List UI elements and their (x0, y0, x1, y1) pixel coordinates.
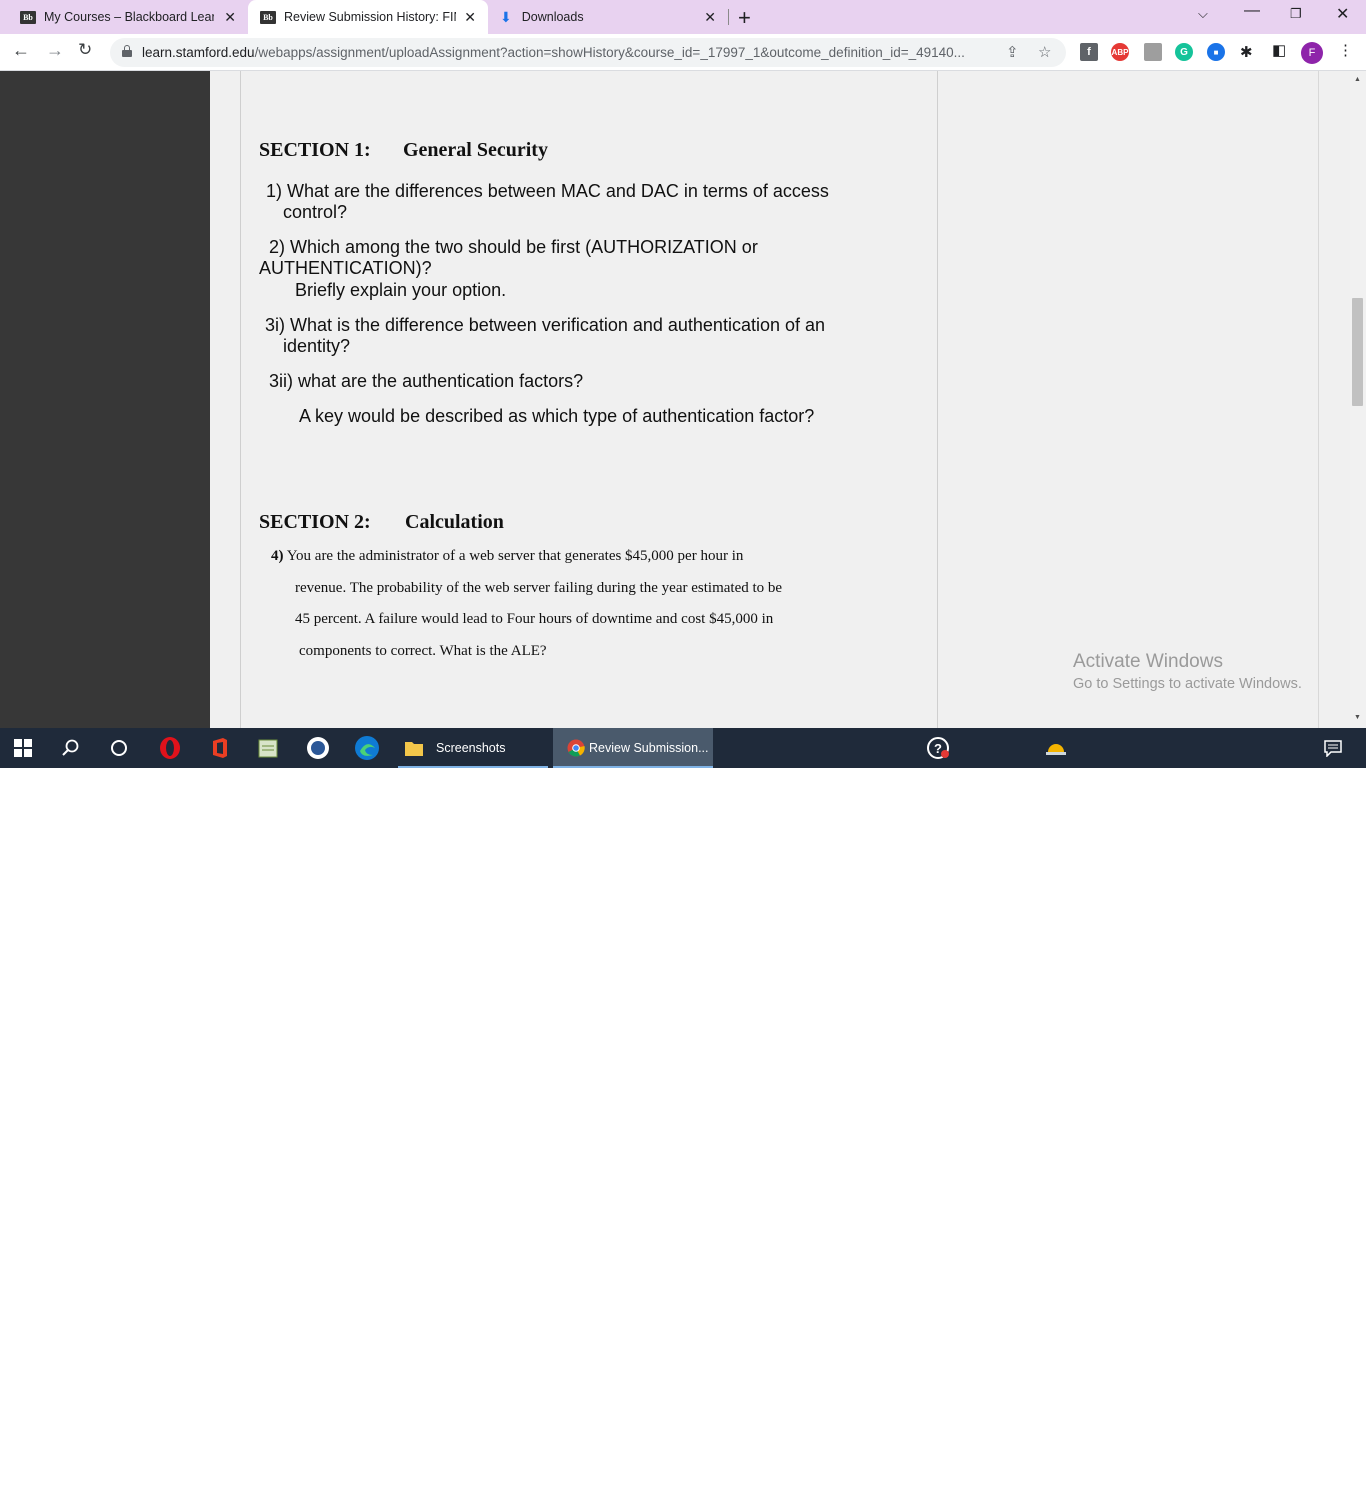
chrome-icon (567, 739, 585, 757)
question-4-line2: revenue. The probability of the web serv… (295, 580, 783, 596)
profile-avatar[interactable]: F (1301, 42, 1323, 64)
minimize-icon[interactable]: — (1244, 2, 1260, 20)
tab-title: Downloads (521, 10, 584, 24)
tab-strip: Bb My Courses – Blackboard Learn ✕ Bb Re… (0, 0, 1366, 34)
wifi-disconnected-icon[interactable]: ◣ (1205, 1467, 1215, 1483)
activate-windows-title: Activate Windows (1073, 651, 1223, 672)
new-tab-button[interactable]: + (738, 5, 751, 31)
help-notification-icon[interactable]: ? (926, 728, 950, 768)
search-icon[interactable] (62, 728, 80, 768)
close-icon[interactable]: ✕ (704, 9, 716, 26)
blackboard-favicon: Bb (20, 10, 36, 24)
document-viewer (210, 71, 1350, 728)
download-icon: ⬇ (500, 8, 512, 25)
windows-start-icon[interactable] (14, 728, 32, 768)
scroll-down-arrow-icon[interactable]: ▼ (1354, 714, 1361, 721)
section1-number: SECTION 1: (259, 139, 371, 161)
taskbar-screenshots-folder[interactable]: Screenshots (398, 728, 548, 768)
document-border-right (937, 71, 938, 728)
close-window-icon[interactable]: ✕ (1336, 4, 1349, 24)
action-center-icon[interactable] (1324, 728, 1342, 768)
windows-taskbar: Screenshots Review Submission... ? 86°F … (0, 728, 1366, 1492)
address-bar[interactable]: learn.stamford.edu/webapps/assignment/up… (110, 38, 1066, 67)
restore-icon[interactable]: ❐ (1290, 6, 1302, 22)
question-1-line1: 1) What are the differences between MAC … (266, 181, 829, 201)
forward-arrow-icon[interactable]: → (46, 40, 64, 61)
svg-text:?: ? (934, 741, 942, 756)
scroll-up-arrow-icon[interactable]: ▲ (1354, 76, 1361, 83)
bookmark-star-icon[interactable]: ☆ (1038, 43, 1051, 61)
taskbar-chrome-review-submission[interactable]: Review Submission... (553, 728, 713, 768)
reload-icon[interactable]: ↻ (78, 40, 92, 60)
browser-toolbar: ← → ↻ learn.stamford.edu/webapps/assignm… (0, 34, 1366, 71)
question-2-line1: 2) Which among the two should be first (… (269, 237, 758, 257)
tab-downloads[interactable]: ⬇ Downloads ✕ (488, 0, 728, 34)
activate-windows-subtitle: Go to Settings to activate Windows. (1073, 676, 1302, 692)
opera-icon[interactable] (158, 728, 182, 768)
tab-separator (728, 9, 729, 25)
folder-icon (405, 742, 423, 756)
menu-kebab-icon[interactable]: ⋮ (1338, 41, 1353, 59)
network-icon[interactable]: ⊕ (1182, 1467, 1193, 1483)
right-pane-border (1318, 71, 1319, 728)
notepad-icon[interactable] (257, 728, 279, 768)
edge-browser-icon[interactable] (354, 728, 380, 768)
question-4-line4: components to correct. What is the ALE? (299, 643, 547, 659)
question-2-line3: Briefly explain your option. (295, 280, 507, 300)
facebook-extension-icon[interactable]: f (1080, 43, 1098, 61)
url-text[interactable]: learn.stamford.edu/webapps/assignment/up… (142, 45, 965, 60)
tab-my-courses[interactable]: Bb My Courses – Blackboard Learn ✕ (0, 0, 248, 34)
extensions-puzzle-icon[interactable]: ✱ (1240, 43, 1253, 61)
weather-icon[interactable] (1044, 728, 1068, 768)
question-2-line2: AUTHENTICATION)? (259, 258, 432, 278)
question-3i-line2: identity? (283, 336, 351, 356)
section2-title: Calculation (405, 511, 504, 533)
scrollbar-thumb[interactable] (1352, 298, 1363, 406)
tab-search-chevron-icon[interactable]: ⌵ (1198, 6, 1208, 22)
grammarly-icon[interactable]: G (1175, 43, 1193, 61)
close-icon[interactable]: ✕ (464, 9, 476, 26)
share-icon[interactable]: ⇪ (1006, 43, 1019, 61)
question-3i-line1: 3i) What is the difference between verif… (265, 315, 826, 335)
question-4-line3: 45 percent. A failure would lead to Four… (295, 611, 774, 627)
question-3ii-line2: A key would be described as which type o… (299, 406, 815, 426)
cortana-icon[interactable] (110, 728, 128, 768)
office-icon[interactable] (209, 728, 231, 768)
screen-capture-extension-icon[interactable] (1144, 43, 1162, 61)
weather-text[interactable]: 86°F Haze (1076, 1469, 1138, 1484)
word-app-icon[interactable] (306, 728, 330, 768)
side-panel-icon[interactable]: ◧ (1272, 41, 1286, 59)
adblock-plus-icon[interactable]: ABP (1111, 43, 1129, 61)
section2-number: SECTION 2: (259, 511, 371, 533)
tray-chevron-up-icon[interactable]: ^ (1159, 1467, 1166, 1483)
clock-time[interactable]: 10:05 PM (1256, 1459, 1307, 1473)
clock-date[interactable]: 3/26/2022 (1255, 1478, 1308, 1492)
document-border-left (240, 71, 241, 728)
tab-title: Review Submission History: FINA (284, 10, 456, 24)
extension-shield-icon[interactable]: ■ (1207, 43, 1225, 61)
question-3ii-line1: 3ii) what are the authentication factors… (269, 371, 584, 391)
back-arrow-icon[interactable]: ← (12, 40, 30, 61)
volume-icon[interactable]: ◀)) (1228, 1467, 1247, 1483)
tab-review-submission[interactable]: Bb Review Submission History: FINA ✕ (248, 0, 488, 34)
tab-title: My Courses – Blackboard Learn (44, 10, 214, 24)
close-icon[interactable]: ✕ (224, 9, 236, 26)
question-4-line1: 4) You are the administrator of a web se… (271, 548, 744, 564)
lock-icon (122, 45, 132, 57)
question-1-line2: control? (283, 202, 348, 222)
blackboard-favicon: Bb (260, 10, 276, 24)
section1-title: General Security (403, 139, 548, 161)
left-dark-panel (0, 71, 210, 728)
